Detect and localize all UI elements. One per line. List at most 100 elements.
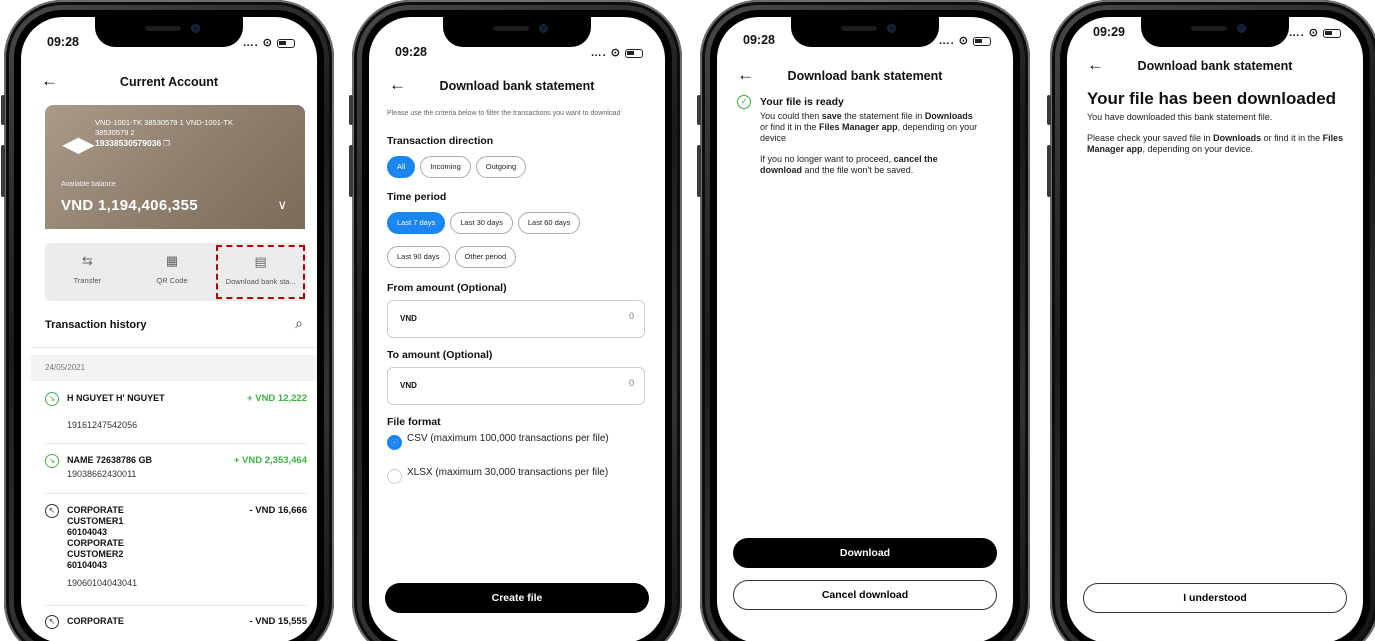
transfer-label: Transfer: [73, 276, 102, 285]
currency-label: VND: [400, 381, 417, 390]
chip-last-7-days[interactable]: Last 7 days: [387, 212, 446, 234]
cancel-download-button[interactable]: Cancel download: [733, 580, 997, 610]
account-card[interactable]: ◀▶ VND-1001-TK 38530579 1 VND-1001-TK 38…: [45, 105, 305, 237]
i-understood-button[interactable]: I understood: [1083, 583, 1347, 613]
incoming-icon: ↘: [45, 454, 59, 468]
transaction-amount: + VND 12,222: [247, 393, 307, 404]
date-header: 24/05/2021: [31, 355, 317, 381]
bank-logo-icon: ◀▶: [63, 134, 94, 156]
clock: 09:28: [47, 35, 79, 49]
transfer-button[interactable]: ⇆ Transfer: [45, 243, 130, 301]
status-icons: …. ⊙: [939, 34, 991, 47]
transaction-ref: 19161247542056: [67, 420, 138, 430]
currency-label: VND: [400, 314, 417, 323]
from-amount-field[interactable]: VND: [387, 300, 645, 338]
chip-last-30-days[interactable]: Last 30 days: [450, 212, 513, 234]
status-bar: 09:28 …. ⊙: [395, 45, 643, 63]
page-title: Download bank statement: [439, 79, 595, 93]
statement-filter-screen: 09:28 …. ⊙ ← Download bank statement Ple…: [369, 17, 665, 641]
battery-icon: [625, 48, 643, 58]
period-chips: Last 7 days Last 30 days Last 60 days: [387, 212, 655, 234]
quick-actions: ⇆ Transfer ▦ QR Code ▤ Download bank sta…: [45, 243, 307, 301]
qr-code-label: QR Code: [156, 276, 188, 285]
radio-label: CSV (maximum 100,000 transactions per fi…: [407, 433, 609, 444]
downloaded-subtitle: You have downloaded this bank statement …: [1087, 112, 1273, 122]
balance-value: VND 1,194,406,355: [61, 197, 198, 214]
transaction-amount: - VND 15,555: [249, 616, 307, 627]
transfer-icon: ⇆: [81, 253, 93, 268]
transaction-row[interactable]: ↖ CORPORATE - VND 15,555: [45, 615, 307, 635]
balance-label: Available balance: [61, 181, 116, 188]
page-title: Download bank statement: [787, 69, 943, 83]
ready-paragraph: You could then save the statement file i…: [760, 111, 978, 143]
transaction-row[interactable]: ↘ NAME 72638786 GB 19038662430011 + VND …: [45, 454, 307, 490]
divider: [45, 605, 307, 606]
format-csv-radio[interactable]: CSV (maximum 100,000 transactions per fi…: [387, 433, 645, 461]
nav-bar: ← Download bank statement: [717, 65, 1013, 89]
current-account-screen: 09:28 …. ⊙ ← Current Account ◀▶ VND-1001…: [21, 17, 317, 641]
to-amount-field[interactable]: VND: [387, 367, 645, 405]
page-title: Download bank statement: [1137, 59, 1293, 73]
downloaded-message: Please check your saved file in Download…: [1087, 133, 1344, 154]
format-xlsx-radio[interactable]: XLSX (maximum 30,000 transactions per fi…: [387, 467, 645, 495]
from-amount-input[interactable]: [484, 311, 634, 321]
section-label: Time period: [387, 191, 447, 203]
create-file-button[interactable]: Create file: [385, 583, 649, 613]
transaction-row[interactable]: ↖ CORPORATE CUSTOMER1 60104043 CORPORATE…: [45, 504, 307, 596]
downloaded-heading: Your file has been downloaded: [1087, 89, 1337, 108]
divider: [31, 347, 317, 348]
cancel-paragraph: If you no longer want to proceed, cancel…: [760, 154, 938, 175]
transaction-amount: + VND 2,353,464: [233, 455, 307, 466]
battery-icon: [973, 36, 991, 46]
transaction-row[interactable]: ↘ H NGUYET H' NGUYET 19161247542056 + VN…: [45, 392, 307, 442]
transaction-name: CORPORATE: [67, 616, 124, 626]
battery-icon: [277, 38, 295, 48]
document-icon: ▤: [254, 254, 267, 269]
account-sheet: ⇆ Transfer ▦ QR Code ▤ Download bank sta…: [31, 229, 317, 641]
ready-title: Your file is ready: [760, 96, 844, 108]
ready-message: You could then save the statement file i…: [760, 111, 980, 176]
phone-frame: 09:29 …. ⊙ ← Download bank statement You…: [1047, 0, 1375, 641]
filter-hint: Please use the criteria below to filter …: [387, 110, 621, 117]
status-icons: …. ⊙: [591, 46, 643, 59]
download-button[interactable]: Download: [733, 538, 997, 568]
chip-last-90-days[interactable]: Last 90 days: [387, 246, 450, 268]
clock: 09:28: [395, 45, 427, 59]
chip-all[interactable]: All: [387, 156, 416, 178]
section-label: From amount (Optional): [387, 282, 507, 294]
divider: [45, 493, 307, 494]
nav-bar: ← Download bank statement: [1067, 55, 1363, 79]
status-icons: …. ⊙: [1289, 26, 1341, 39]
battery-icon: [1323, 28, 1341, 38]
transaction-ref: 19060104043041: [67, 578, 138, 588]
radio-label: XLSX (maximum 30,000 transactions per fi…: [407, 467, 609, 478]
transaction-name: H NGUYET H' NGUYET: [67, 393, 165, 403]
qr-code-button[interactable]: ▦ QR Code: [130, 243, 215, 301]
transaction-name: NAME 72638786 GB: [67, 455, 153, 465]
copy-icon[interactable]: ❐: [163, 139, 170, 148]
section-label: File format: [387, 416, 441, 428]
account-names: VND-1001-TK 38530579 1 VND-1001-TK 38530…: [95, 118, 233, 137]
download-statement-label: Download bank sta...: [225, 277, 296, 286]
chip-other-period[interactable]: Other period: [454, 246, 517, 268]
chip-incoming[interactable]: Incoming: [420, 156, 471, 178]
to-amount-input[interactable]: [484, 378, 634, 388]
section-label: Transaction direction: [387, 135, 494, 147]
radio-selected-icon: [387, 435, 402, 450]
chip-outgoing[interactable]: Outgoing: [475, 156, 527, 178]
direction-chips: All Incoming Outgoing: [387, 156, 655, 178]
account-number: 19338530579036: [95, 138, 162, 148]
divider: [45, 443, 307, 444]
transaction-history-title: Transaction history: [45, 319, 147, 331]
nav-bar: ← Download bank statement: [369, 75, 665, 99]
phone-frame: 09:28 …. ⊙ ← Download bank statement ✓ Y…: [697, 0, 1030, 641]
download-statement-button[interactable]: ▤ Download bank sta...: [216, 245, 306, 299]
search-icon[interactable]: ⌕: [295, 315, 303, 332]
section-label: To amount (Optional): [387, 349, 493, 361]
transaction-name: CORPORATE CUSTOMER1 60104043 CORPORATE C…: [67, 505, 124, 570]
clock: 09:29: [1093, 25, 1125, 39]
chevron-down-icon[interactable]: ∨: [277, 197, 287, 213]
radio-unselected-icon: [387, 469, 402, 484]
chip-last-60-days[interactable]: Last 60 days: [517, 212, 581, 234]
clock: 09:28: [743, 33, 775, 47]
